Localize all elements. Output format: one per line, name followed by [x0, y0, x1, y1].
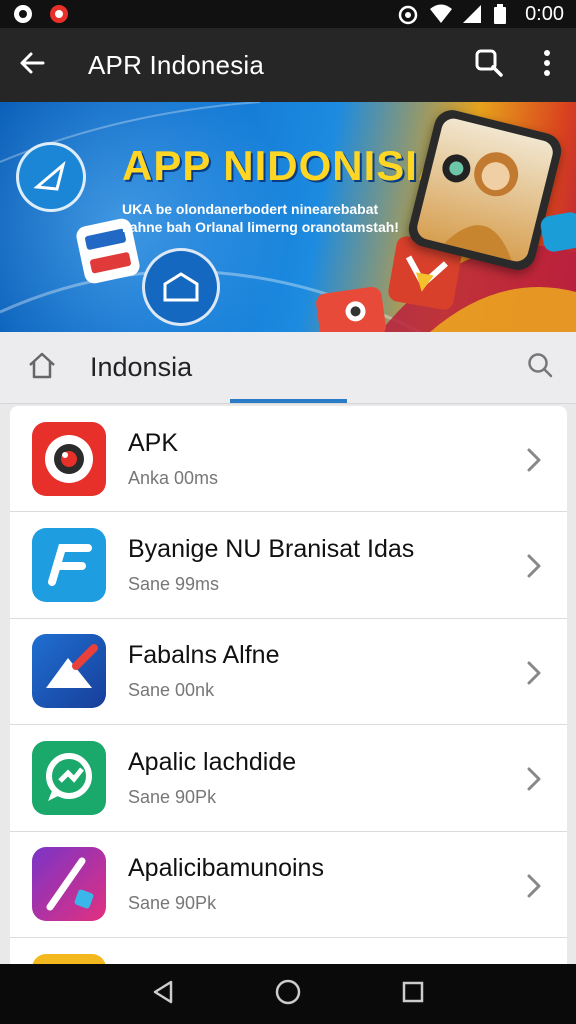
search-icon — [526, 351, 554, 384]
app-name: Apalicibamunoins — [128, 854, 324, 883]
page-title: APR Indonesia — [88, 49, 265, 80]
app-bar: APR Indonesia — [0, 28, 576, 102]
more-vert-icon — [542, 49, 552, 82]
status-bar: 0:00 — [0, 0, 576, 28]
overflow-menu-button[interactable] — [518, 28, 576, 102]
chevron-right-icon — [521, 659, 545, 687]
home-button[interactable] — [0, 332, 84, 404]
chevron-right-icon — [521, 446, 545, 474]
nav-back-icon — [151, 979, 175, 1010]
nav-home-icon — [274, 978, 302, 1011]
list-item-text: Fabalns Alfne Sane 00nk — [128, 641, 280, 701]
status-left — [12, 3, 70, 25]
active-tab-indicator — [230, 399, 347, 403]
search-query-text[interactable]: Indonsia — [90, 352, 192, 383]
chevron-right-icon — [521, 872, 545, 900]
banner-camera-icon — [314, 285, 388, 332]
screen: 0:00 APR Indonesia APP NIDONISIA UKA be … — [0, 0, 576, 1024]
alarm-icon — [397, 3, 419, 25]
list-item-text: Byanige NU Branisat Idas Sane 99ms — [128, 535, 414, 595]
nav-back-button[interactable] — [133, 964, 193, 1024]
signal-icon — [461, 3, 483, 25]
camera-lens-icon — [32, 421, 106, 496]
search-button[interactable] — [460, 28, 518, 102]
status-right: 0:00 — [397, 3, 564, 26]
search-submit-button[interactable] — [504, 332, 576, 404]
pen-icon — [32, 847, 106, 922]
app-name: Fabalns Alfne — [128, 641, 280, 670]
app-notification-icon — [48, 3, 70, 25]
nav-recents-icon — [401, 980, 425, 1009]
nav-home-button[interactable] — [258, 964, 318, 1024]
home-icon — [27, 351, 57, 384]
system-nav-bar — [0, 964, 576, 1024]
back-button[interactable] — [0, 28, 64, 102]
app-name: Byanige NU Branisat Idas — [128, 535, 415, 564]
chevron-right-icon — [521, 765, 545, 793]
app-subtitle: Sane 90Pk — [128, 786, 217, 807]
app-list: APK Anka 00ms Byanige NU Branisat Idas S… — [10, 406, 567, 976]
list-item[interactable]: APK Anka 00ms — [10, 406, 567, 513]
phone-screen — [414, 116, 556, 264]
battery-icon — [493, 3, 515, 25]
status-time: 0:00 — [525, 2, 564, 25]
list-item[interactable]: Apalic lachdide Sane 90Pk — [10, 725, 567, 832]
list-item[interactable]: Fabalns Alfne Sane 00nk — [10, 619, 567, 726]
search-bar: Indonsia — [0, 332, 576, 404]
nav-recents-button[interactable] — [383, 964, 443, 1024]
list-item-text: Apalic lachdide Sane 90Pk — [128, 748, 296, 808]
app-subtitle: Sane 90Pk — [128, 893, 217, 914]
app-subtitle: Sane 99ms — [128, 574, 220, 595]
banner-chat-icon — [539, 210, 576, 254]
paper-plane-icon — [32, 634, 106, 709]
list-item[interactable]: Byanige NU Branisat Idas Sane 99ms — [10, 512, 567, 619]
list-item-text: Apalicibamunoins Sane 90Pk — [128, 854, 324, 914]
notification-icon — [12, 3, 34, 25]
banner-tagline: UKA be olondanerbodert ninearebabat llah… — [122, 201, 399, 235]
f-logo-icon — [32, 528, 106, 603]
banner-send-icon — [16, 142, 86, 212]
chevron-right-icon — [521, 552, 545, 580]
app-subtitle: Sane 00nk — [128, 680, 215, 701]
list-item-text: APK Anka 00ms — [128, 429, 218, 489]
app-bar-actions — [460, 28, 576, 102]
chat-bubble-icon — [32, 740, 106, 815]
app-name: APK — [128, 428, 179, 457]
app-name: Apalic lachdide — [128, 747, 297, 776]
banner-shop-icon — [142, 248, 220, 326]
app-subtitle: Anka 00ms — [128, 467, 219, 488]
wifi-icon — [429, 3, 453, 25]
banner-title: APP NIDONISIA — [122, 142, 450, 189]
list-item[interactable]: Apalicibamunoins Sane 90Pk — [10, 832, 567, 938]
promo-banner[interactable]: APP NIDONISIA UKA be olondanerbodert nin… — [0, 102, 576, 332]
search-icon — [474, 48, 504, 83]
arrow-left-icon — [18, 49, 46, 82]
